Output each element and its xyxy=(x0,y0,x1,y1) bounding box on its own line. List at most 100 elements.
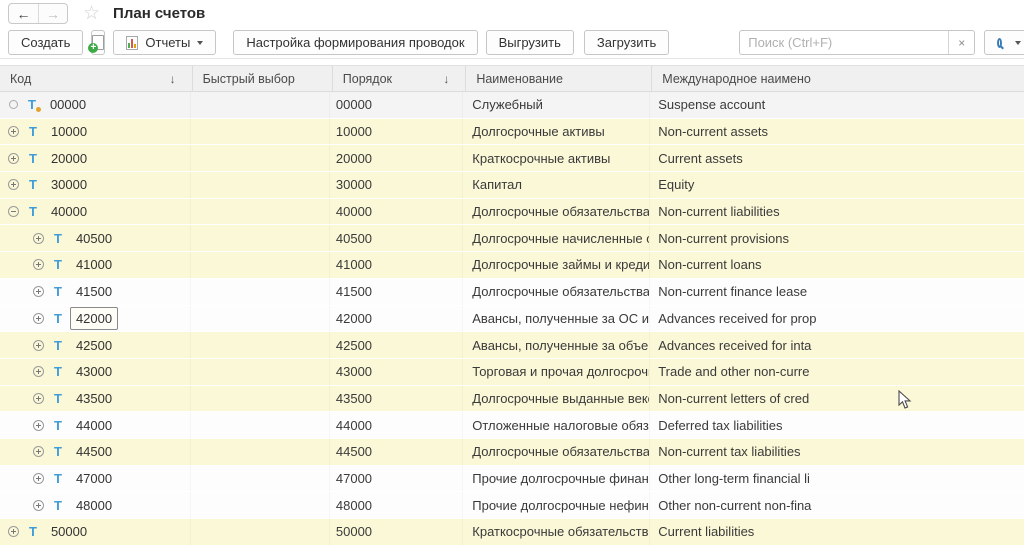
expand-icon[interactable] xyxy=(33,446,44,457)
quick-select-cell[interactable] xyxy=(191,199,330,225)
name-cell[interactable]: Капитал xyxy=(463,172,650,198)
forward-button[interactable]: → xyxy=(38,4,67,23)
table-row[interactable]: T 44000 44000 Отложенные налоговые обяза… xyxy=(0,412,1024,439)
intl-name-cell[interactable]: Non-current liabilities xyxy=(650,199,1024,225)
order-cell[interactable]: 20000 xyxy=(330,145,463,171)
name-cell[interactable]: Долгосрочные обязательства по фин… xyxy=(463,279,650,305)
name-cell[interactable]: Долгосрочные займы и кредиты xyxy=(463,252,650,278)
order-cell[interactable]: 43000 xyxy=(330,359,463,385)
account-code[interactable]: 43500 xyxy=(70,387,118,410)
name-cell[interactable]: Прочие долгосрочные нефинансовые… xyxy=(463,492,650,518)
quick-select-cell[interactable] xyxy=(191,145,330,171)
search-input[interactable] xyxy=(740,31,948,54)
expand-icon[interactable] xyxy=(33,500,44,511)
name-cell[interactable]: Авансы, полученные за ОС и объект… xyxy=(463,306,650,332)
code-cell[interactable]: T 48000 xyxy=(0,492,191,518)
intl-name-cell[interactable]: Suspense account xyxy=(650,92,1024,118)
account-code[interactable]: 10000 xyxy=(45,120,93,143)
intl-name-cell[interactable]: Non-current tax liabilities xyxy=(650,439,1024,465)
table-row[interactable]: T 47000 47000 Прочие долгосрочные финанс… xyxy=(0,466,1024,493)
order-cell[interactable]: 42000 xyxy=(330,306,463,332)
favorite-star-icon[interactable]: ☆ xyxy=(83,4,100,23)
name-cell[interactable]: Долгосрочные выданные векселя и п… xyxy=(463,386,650,412)
code-cell[interactable]: T 10000 xyxy=(0,119,191,145)
account-code[interactable]: 47000 xyxy=(70,467,118,490)
table-row[interactable]: T 44500 44500 Долгосрочные обязательства… xyxy=(0,439,1024,466)
search-options-button[interactable] xyxy=(984,30,1024,55)
intl-name-cell[interactable]: Current assets xyxy=(650,145,1024,171)
quick-select-cell[interactable] xyxy=(191,119,330,145)
quick-select-cell[interactable] xyxy=(191,306,330,332)
intl-name-cell[interactable]: Non-current assets xyxy=(650,119,1024,145)
account-code[interactable]: 30000 xyxy=(45,173,93,196)
quick-select-cell[interactable] xyxy=(191,359,330,385)
table-row[interactable]: T 48000 48000 Прочие долгосрочные нефина… xyxy=(0,492,1024,519)
code-cell[interactable]: T 50000 xyxy=(0,519,191,545)
code-cell[interactable]: T 40500 xyxy=(0,225,191,251)
name-cell[interactable]: Отложенные налоговые обязательства xyxy=(463,412,650,438)
name-cell[interactable]: Служебный xyxy=(463,92,650,118)
table-row[interactable]: T 30000 30000 Капитал Equity xyxy=(0,172,1024,199)
quick-select-cell[interactable] xyxy=(191,172,330,198)
order-cell[interactable]: 44500 xyxy=(330,439,463,465)
name-cell[interactable]: Краткосрочные активы xyxy=(463,145,650,171)
code-cell[interactable]: T 20000 xyxy=(0,145,191,171)
order-cell[interactable]: 47000 xyxy=(330,466,463,492)
name-cell[interactable]: Авансы, полученные за объекты НМА xyxy=(463,332,650,358)
expand-icon[interactable] xyxy=(8,179,19,190)
table-row[interactable]: T 10000 10000 Долгосрочные активы Non-cu… xyxy=(0,119,1024,146)
code-cell[interactable]: T 44500 xyxy=(0,439,191,465)
order-cell[interactable]: 43500 xyxy=(330,386,463,412)
quick-select-cell[interactable] xyxy=(191,466,330,492)
code-cell[interactable]: T 00000 xyxy=(0,92,191,118)
quick-select-cell[interactable] xyxy=(191,252,330,278)
expand-icon[interactable] xyxy=(33,473,44,484)
account-code[interactable]: 40500 xyxy=(70,227,118,250)
order-cell[interactable]: 41000 xyxy=(330,252,463,278)
column-header-name[interactable]: Наименование xyxy=(466,66,652,91)
account-code[interactable]: 41500 xyxy=(70,280,118,303)
name-cell[interactable]: Долгосрочные обязательства по нал… xyxy=(463,439,650,465)
expand-icon[interactable] xyxy=(33,313,44,324)
name-cell[interactable]: Долгосрочные активы xyxy=(463,119,650,145)
order-cell[interactable]: 10000 xyxy=(330,119,463,145)
account-code[interactable]: 41000 xyxy=(70,253,118,276)
intl-name-cell[interactable]: Advances received for inta xyxy=(650,332,1024,358)
quick-select-cell[interactable] xyxy=(191,492,330,518)
account-code[interactable]: 44000 xyxy=(70,414,118,437)
intl-name-cell[interactable]: Non-current finance lease xyxy=(650,279,1024,305)
expand-icon[interactable] xyxy=(33,233,44,244)
quick-select-cell[interactable] xyxy=(191,412,330,438)
code-cell[interactable]: T 44000 xyxy=(0,412,191,438)
code-cell[interactable]: T 42000 xyxy=(0,306,191,332)
account-code[interactable]: 43000 xyxy=(70,360,118,383)
back-button[interactable]: ← xyxy=(9,4,38,23)
expand-icon[interactable] xyxy=(33,393,44,404)
leaf-circle-icon[interactable] xyxy=(9,100,18,109)
code-cell[interactable]: T 43000 xyxy=(0,359,191,385)
order-cell[interactable]: 50000 xyxy=(330,519,463,545)
expand-icon[interactable] xyxy=(33,420,44,431)
account-code[interactable]: 20000 xyxy=(45,147,93,170)
expand-icon[interactable] xyxy=(33,259,44,270)
intl-name-cell[interactable]: Deferred tax liabilities xyxy=(650,412,1024,438)
intl-name-cell[interactable]: Current liabilities xyxy=(650,519,1024,545)
column-header-intl-name[interactable]: Международное наимено xyxy=(652,66,1024,91)
intl-name-cell[interactable]: Non-current letters of cred xyxy=(650,386,1024,412)
code-cell[interactable]: T 30000 xyxy=(0,172,191,198)
intl-name-cell[interactable]: Other non-current non-fina xyxy=(650,492,1024,518)
account-code[interactable]: 42500 xyxy=(70,334,118,357)
code-cell[interactable]: T 41500 xyxy=(0,279,191,305)
code-cell[interactable]: T 40000 xyxy=(0,199,191,225)
column-header-quick-select[interactable]: Быстрый выбор xyxy=(193,66,333,91)
column-header-order[interactable]: Порядок ↓ xyxy=(333,66,467,91)
code-cell[interactable]: T 42500 xyxy=(0,332,191,358)
name-cell[interactable]: Долгосрочные обязательства xyxy=(463,199,650,225)
create-group-button[interactable] xyxy=(91,30,105,55)
collapse-icon[interactable] xyxy=(8,206,19,217)
code-cell[interactable]: T 43500 xyxy=(0,386,191,412)
table-row[interactable]: T 41500 41500 Долгосрочные обязательства… xyxy=(0,279,1024,306)
expand-icon[interactable] xyxy=(33,286,44,297)
expand-icon[interactable] xyxy=(33,366,44,377)
intl-name-cell[interactable]: Non-current loans xyxy=(650,252,1024,278)
